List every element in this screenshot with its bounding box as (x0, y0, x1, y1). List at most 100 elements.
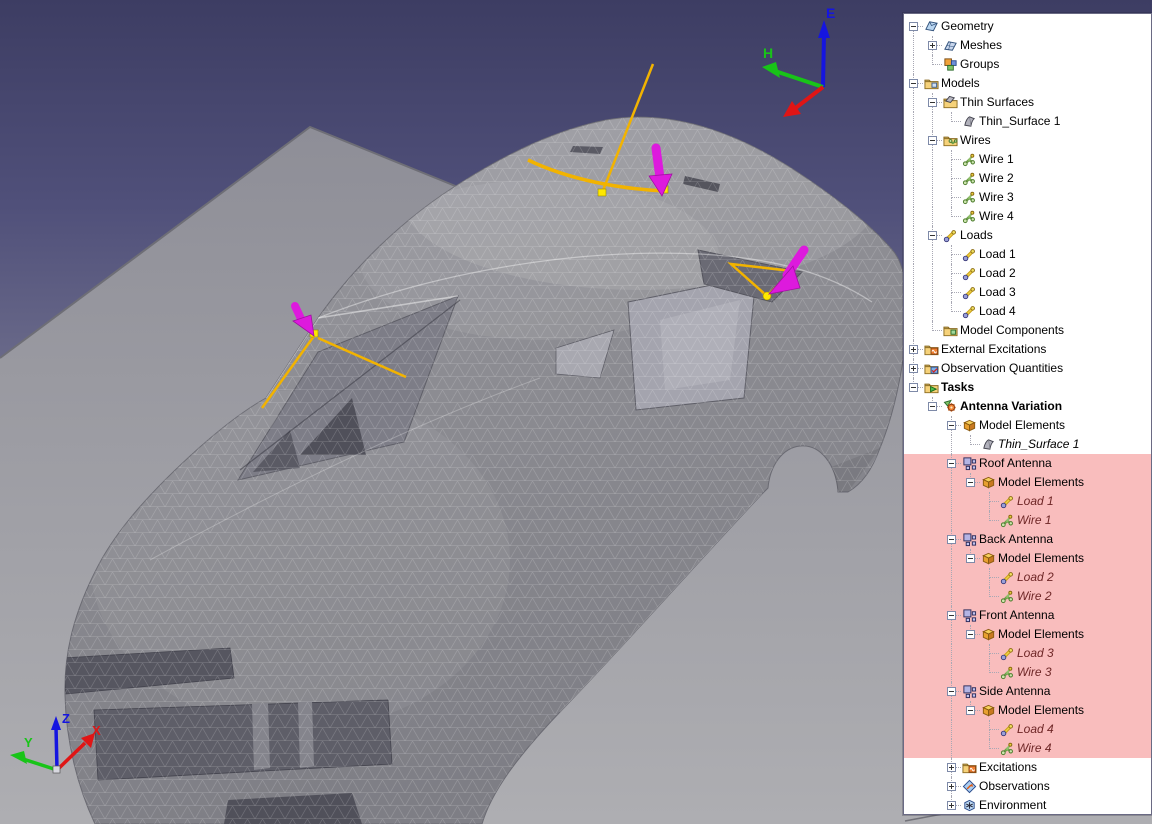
excitations-icon (923, 342, 939, 358)
expand-toggle-expanded[interactable] (947, 687, 956, 696)
tree-item-meshes[interactable]: Meshes (904, 36, 1151, 55)
expand-toggle-expanded[interactable] (966, 478, 975, 487)
tree-item-label: Back Antenna (979, 530, 1057, 549)
tree-indent (904, 169, 923, 188)
tree-indent (923, 644, 942, 663)
tree-item-thin-surface-1[interactable]: Thin_Surface 1 (904, 112, 1151, 131)
tree-item-wire-4[interactable]: Wire 4 (904, 739, 1151, 758)
tree-item-label: Load 1 (1017, 492, 1058, 511)
expand-toggle-expanded[interactable] (909, 22, 918, 31)
tree-item-wire-4[interactable]: Wire 4 (904, 207, 1151, 226)
expand-toggle-expanded[interactable] (947, 535, 956, 544)
expand-toggle-expanded[interactable] (928, 136, 937, 145)
tree-indent (942, 644, 961, 663)
tree-item-label: Excitations (979, 758, 1041, 777)
thin-surface-icon (980, 437, 996, 453)
tree-connector (942, 207, 961, 226)
tree-item-antenna-variation[interactable]: Antenna Variation (904, 397, 1151, 416)
tree-item-loads[interactable]: Loads (904, 226, 1151, 245)
tree-item-roof-antenna[interactable]: Roof Antenna (904, 454, 1151, 473)
tree-item-observation-quantities[interactable]: Observation Quantities (904, 359, 1151, 378)
tree-item-thin-surfaces[interactable]: Thin Surfaces (904, 93, 1151, 112)
tree-indent (961, 739, 980, 758)
tree-item-wires[interactable]: Wires (904, 131, 1151, 150)
tree-indent (923, 568, 942, 587)
tree-item-external-excitations[interactable]: External Excitations (904, 340, 1151, 359)
model-tree-panel[interactable]: GeometryMeshesGroupsModelsThin SurfacesT… (903, 13, 1152, 815)
expand-toggle-collapsed[interactable] (928, 41, 937, 50)
tree-item-front-antenna[interactable]: Front Antenna (904, 606, 1151, 625)
tree-item-back-antenna[interactable]: Back Antenna (904, 530, 1151, 549)
tree-connector (904, 359, 923, 378)
tree-item-load-3[interactable]: Load 3 (904, 283, 1151, 302)
tree-item-load-4[interactable]: Load 4 (904, 302, 1151, 321)
tree-connector (961, 473, 980, 492)
tree-item-load-1[interactable]: Load 1 (904, 492, 1151, 511)
expand-toggle-collapsed[interactable] (909, 364, 918, 373)
expand-toggle-expanded[interactable] (909, 79, 918, 88)
expand-toggle-collapsed[interactable] (909, 345, 918, 354)
tree-indent (904, 720, 923, 739)
expand-toggle-expanded[interactable] (966, 630, 975, 639)
expand-toggle-expanded[interactable] (909, 383, 918, 392)
tree-item-environment[interactable]: Environment (904, 796, 1151, 815)
antenna-variation-icon (942, 399, 958, 415)
tree-item-wire-3[interactable]: Wire 3 (904, 663, 1151, 682)
expand-toggle-collapsed[interactable] (947, 782, 956, 791)
tree-item-wire-2[interactable]: Wire 2 (904, 587, 1151, 606)
expand-toggle-expanded[interactable] (966, 706, 975, 715)
expand-toggle-collapsed[interactable] (947, 801, 956, 810)
tree-item-load-2[interactable]: Load 2 (904, 264, 1151, 283)
tree-item-wire-2[interactable]: Wire 2 (904, 169, 1151, 188)
tree-item-observations[interactable]: Observations (904, 777, 1151, 796)
tree-item-model-elements[interactable]: Model Elements (904, 549, 1151, 568)
tree-item-models[interactable]: Models (904, 74, 1151, 93)
tree-item-load-1[interactable]: Load 1 (904, 245, 1151, 264)
tree-item-groups[interactable]: Groups (904, 55, 1151, 74)
tree-indent (923, 150, 942, 169)
tree-item-thin-surface-1[interactable]: Thin_Surface 1 (904, 435, 1151, 454)
tree-item-model-elements[interactable]: Model Elements (904, 625, 1151, 644)
tree-indent (904, 682, 923, 701)
tree-item-model-elements[interactable]: Model Elements (904, 473, 1151, 492)
expand-toggle-expanded[interactable] (928, 231, 937, 240)
wire-icon (961, 171, 977, 187)
expand-toggle-expanded[interactable] (928, 402, 937, 411)
tree-connector (942, 454, 961, 473)
expand-toggle-expanded[interactable] (947, 459, 956, 468)
tree-item-label: Groups (960, 55, 1003, 74)
expand-toggle-expanded[interactable] (947, 611, 956, 620)
meshes-icon (942, 38, 958, 54)
tree-item-model-components[interactable]: Model Components (904, 321, 1151, 340)
tree-item-side-antenna[interactable]: Side Antenna (904, 682, 1151, 701)
tree-item-wire-1[interactable]: Wire 1 (904, 150, 1151, 169)
tree-item-label: Wire 2 (1017, 587, 1056, 606)
tree-item-load-3[interactable]: Load 3 (904, 644, 1151, 663)
tree-connector (904, 17, 923, 36)
tree-indent (923, 473, 942, 492)
load-icon (999, 646, 1015, 662)
tree-item-label: Wire 2 (979, 169, 1018, 188)
tree-item-model-elements[interactable]: Model Elements (904, 416, 1151, 435)
expand-toggle-expanded[interactable] (928, 98, 937, 107)
wire-icon (961, 152, 977, 168)
expand-toggle-collapsed[interactable] (947, 763, 956, 772)
tree-connector (980, 720, 999, 739)
tree-indent (904, 606, 923, 625)
tree-item-label: Wire 4 (1017, 739, 1056, 758)
tree-item-excitations[interactable]: Excitations (904, 758, 1151, 777)
tree-indent (923, 720, 942, 739)
tree-item-model-elements[interactable]: Model Elements (904, 701, 1151, 720)
tree-item-load-2[interactable]: Load 2 (904, 568, 1151, 587)
tree-item-load-4[interactable]: Load 4 (904, 720, 1151, 739)
tree-indent (904, 701, 923, 720)
tree-item-geometry[interactable]: Geometry (904, 17, 1151, 36)
tree-indent (904, 796, 923, 815)
tree-indent (904, 302, 923, 321)
expand-toggle-expanded[interactable] (966, 554, 975, 563)
expand-toggle-expanded[interactable] (947, 421, 956, 430)
tree-item-wire-3[interactable]: Wire 3 (904, 188, 1151, 207)
tree-indent (923, 245, 942, 264)
tree-item-tasks[interactable]: Tasks (904, 378, 1151, 397)
tree-item-wire-1[interactable]: Wire 1 (904, 511, 1151, 530)
